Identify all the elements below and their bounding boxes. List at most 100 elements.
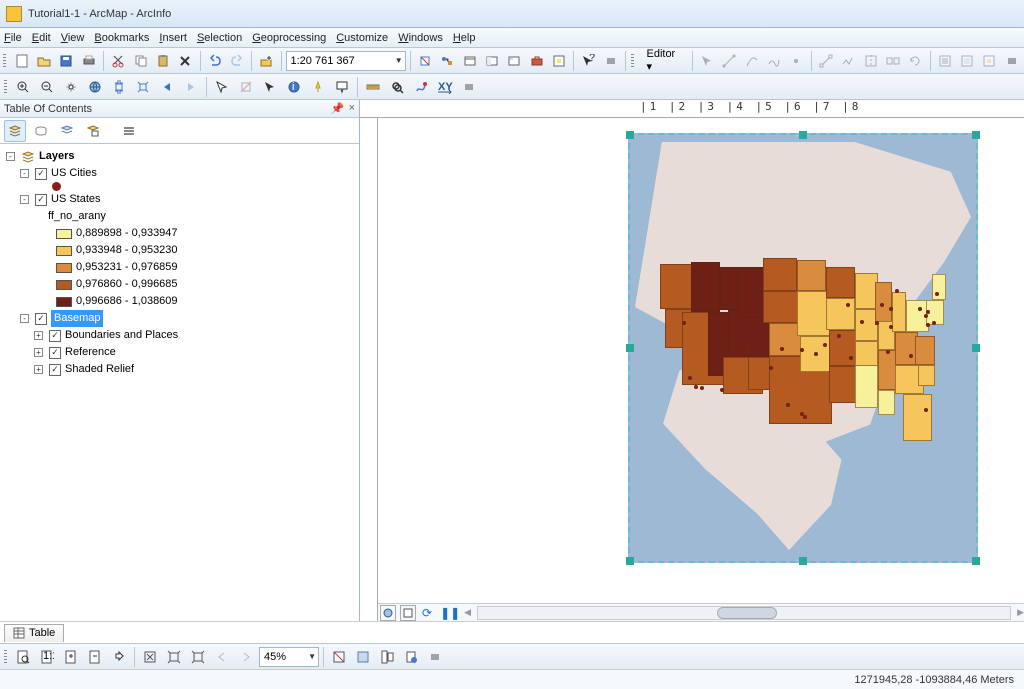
open-button[interactable] [34, 50, 54, 72]
menu-geoprocessing[interactable]: Geoprocessing [252, 32, 326, 44]
full-extent-button[interactable] [84, 76, 106, 98]
measure-button[interactable] [362, 76, 384, 98]
resize-handle-s[interactable] [799, 557, 807, 565]
find-route-button[interactable] [410, 76, 432, 98]
fixed-zoom-out-button[interactable] [132, 76, 154, 98]
toc-close-icon[interactable]: × [349, 102, 355, 115]
layer-checkbox[interactable] [49, 330, 61, 342]
change-layout-button[interactable] [376, 646, 398, 668]
resize-handle-sw[interactable] [626, 557, 634, 565]
resize-handle-e[interactable] [972, 344, 980, 352]
resize-handle-ne[interactable] [972, 131, 980, 139]
zoom-whole-page-button[interactable] [12, 646, 34, 668]
layer-checkbox[interactable] [35, 194, 47, 206]
delete-button[interactable] [175, 50, 195, 72]
toolbar-grip[interactable] [2, 51, 8, 71]
layer-us-cities[interactable]: -US Cities [6, 165, 359, 182]
layer-checkbox[interactable] [35, 168, 47, 180]
layer-basemap[interactable]: -Basemap [6, 310, 359, 327]
help-cursor-button[interactable]: ? [578, 50, 598, 72]
layout-zoom-dropdown[interactable]: 45%▼ [259, 647, 319, 667]
scale-dropdown[interactable]: 1:20 761 367▼ [286, 51, 406, 71]
select-elements-button[interactable] [259, 76, 281, 98]
expand-icon[interactable]: + [34, 348, 43, 357]
layer-checkbox[interactable] [49, 364, 61, 376]
menu-bookmarks[interactable]: Bookmarks [94, 32, 149, 44]
list-by-visibility-tab[interactable] [56, 120, 78, 142]
resize-handle-n[interactable] [799, 131, 807, 139]
menu-customize[interactable]: Customize [336, 32, 388, 44]
new-button[interactable] [12, 50, 32, 72]
menu-edit[interactable]: Edit [32, 32, 51, 44]
layers-root[interactable]: -Layers [6, 148, 359, 165]
toc-pin-icon[interactable]: 📌 [331, 102, 345, 115]
menu-insert[interactable]: Insert [159, 32, 187, 44]
tools-grip[interactable] [2, 77, 8, 97]
layer-reference[interactable]: +Reference [6, 344, 359, 361]
layout-view-tab[interactable] [400, 605, 416, 621]
data-view-tab[interactable] [380, 605, 396, 621]
menu-view[interactable]: View [61, 32, 85, 44]
html-popup-button[interactable] [331, 76, 353, 98]
zoom-to-extent-button[interactable] [139, 646, 161, 668]
editor-grip[interactable] [630, 51, 636, 71]
resize-handle-w[interactable] [626, 344, 634, 352]
layout-zoom-out-button[interactable] [84, 646, 106, 668]
cut-button[interactable] [108, 50, 128, 72]
print-button[interactable] [79, 50, 99, 72]
tool-window-button[interactable] [459, 50, 479, 72]
table-tab[interactable]: Table [4, 624, 64, 642]
layer-checkbox[interactable] [35, 313, 47, 325]
layout-pan-button[interactable] [108, 646, 130, 668]
identify-button[interactable]: i [283, 76, 305, 98]
select-features-button[interactable] [211, 76, 233, 98]
expand-icon[interactable]: + [34, 331, 43, 340]
scroll-right-icon[interactable]: ▶ [1017, 607, 1024, 618]
zoom-in-button[interactable] [12, 76, 34, 98]
list-by-selection-tab[interactable] [82, 120, 104, 142]
collapse-icon[interactable]: - [20, 195, 29, 204]
editor-toolbar-btn[interactable] [415, 50, 435, 72]
zoom-100-button[interactable]: 1:1 [36, 646, 58, 668]
add-data-button[interactable] [256, 50, 276, 72]
class-break-4[interactable]: 0,976860 - 0,996685 [6, 276, 359, 293]
go-to-xy-button[interactable]: XY [434, 76, 456, 98]
resize-handle-nw[interactable] [626, 131, 634, 139]
zoom-out-button[interactable] [36, 76, 58, 98]
h-scroll-thumb[interactable] [717, 607, 777, 619]
menu-help[interactable]: Help [453, 32, 476, 44]
toolbox-button[interactable] [527, 50, 547, 72]
focus-data-frame-button[interactable] [352, 646, 374, 668]
search-results-button[interactable] [504, 50, 524, 72]
list-by-drawing-order-tab[interactable] [4, 120, 26, 142]
toggle-draft-mode-button[interactable] [328, 646, 350, 668]
us-cities-symbol[interactable] [6, 182, 359, 191]
editor-menu[interactable]: Editor ▾ [639, 50, 687, 72]
model-builder-button[interactable] [437, 50, 457, 72]
class-break-5[interactable]: 0,996686 - 1,038609 [6, 293, 359, 310]
pause-button[interactable]: ❚❚ [436, 606, 464, 620]
data-driven-pages-button[interactable] [400, 646, 422, 668]
fixed-layout-zoom-out[interactable] [187, 646, 209, 668]
layer-boundaries-places[interactable]: +Boundaries and Places [6, 327, 359, 344]
collapse-icon[interactable]: - [20, 314, 29, 323]
catalog-button[interactable] [482, 50, 502, 72]
class-break-1[interactable]: 0,889898 - 0,933947 [6, 225, 359, 242]
class-break-3[interactable]: 0,953231 - 0,976859 [6, 259, 359, 276]
toolbar-end-options-icon[interactable] [1002, 50, 1022, 72]
toc-options-button[interactable] [118, 120, 140, 142]
find-button[interactable] [386, 76, 408, 98]
refresh-button[interactable]: ⟳ [418, 606, 436, 620]
scroll-left-icon[interactable]: ◀ [464, 607, 471, 618]
fixed-zoom-in-button[interactable] [108, 76, 130, 98]
paste-button[interactable] [153, 50, 173, 72]
save-button[interactable] [56, 50, 76, 72]
layout-canvas[interactable]: ⟳ ❚❚ ◀ ▶ [378, 118, 1024, 621]
layer-checkbox[interactable] [49, 347, 61, 359]
h-scrollbar[interactable] [477, 606, 1011, 620]
menu-file[interactable]: File [4, 32, 22, 44]
collapse-icon[interactable]: - [20, 169, 29, 178]
redo-button[interactable] [227, 50, 247, 72]
layer-shaded-relief[interactable]: +Shaded Relief [6, 361, 359, 378]
python-button[interactable] [549, 50, 569, 72]
